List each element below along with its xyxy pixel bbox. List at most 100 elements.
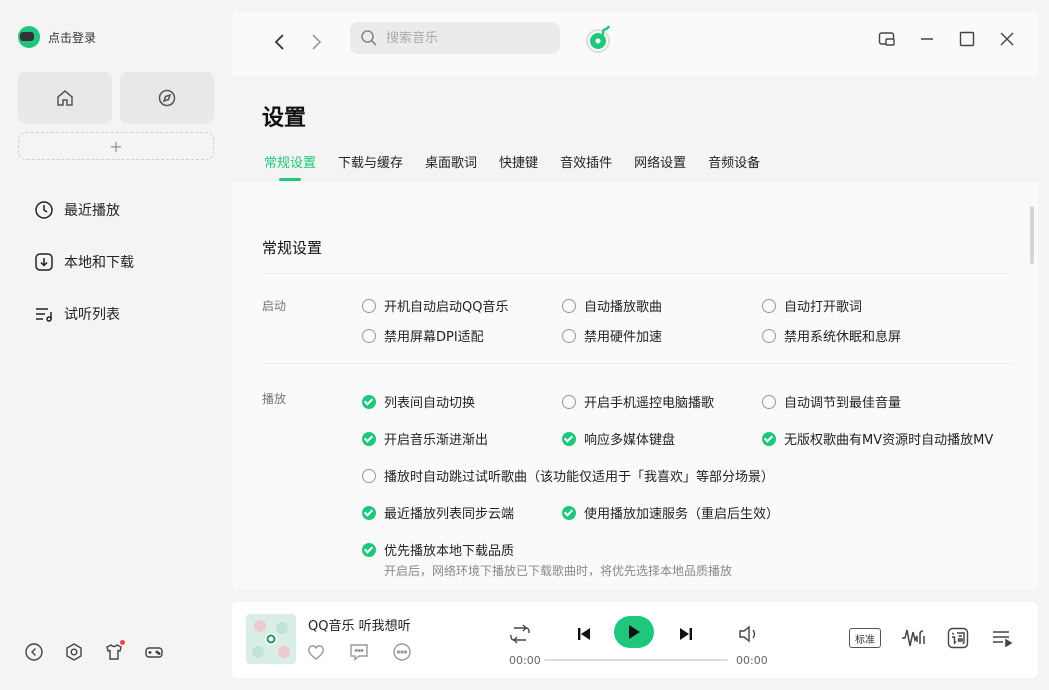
- repeat-mode-button[interactable]: [508, 622, 532, 646]
- option-label: 优先播放本地下载品质: [384, 544, 515, 559]
- option-sync-recent[interactable]: 最近播放列表同步云端: [362, 503, 514, 522]
- checkbox[interactable]: [362, 468, 376, 483]
- sidebar-item-label: 本地和下载: [64, 255, 134, 271]
- play-button[interactable]: [614, 616, 654, 648]
- search-icon: [361, 30, 377, 46]
- checkbox[interactable]: [562, 298, 576, 313]
- skip-next-icon: [680, 628, 692, 640]
- comment-icon[interactable]: [348, 642, 370, 662]
- option-label: 自动打开歌词: [784, 300, 863, 315]
- mini-mode-icon: [878, 32, 895, 46]
- avatar[interactable]: [18, 26, 40, 48]
- tab-general[interactable]: 常规设置: [264, 152, 316, 181]
- option-label: 禁用系统休眠和息屏: [784, 330, 902, 345]
- login-area[interactable]: 点击登录: [18, 26, 96, 48]
- skin-button[interactable]: [104, 640, 125, 662]
- checkbox[interactable]: [362, 328, 376, 343]
- tab-shortcuts[interactable]: 快捷键: [499, 152, 538, 181]
- option-autoplay[interactable]: 自动播放歌曲: [562, 296, 662, 315]
- add-shortcut-button[interactable]: +: [18, 132, 214, 160]
- option-auto-lyrics[interactable]: 自动打开歌词: [762, 296, 862, 315]
- option-accel-service[interactable]: 使用播放加速服务（重启后生效）: [562, 503, 779, 522]
- album-cover[interactable]: [246, 614, 296, 664]
- option-label: 开机自动启动QQ音乐: [384, 300, 509, 315]
- sidebar-item-recent[interactable]: 最近播放: [34, 200, 120, 220]
- checkbox-checked[interactable]: [362, 394, 376, 409]
- tab-download-cache[interactable]: 下载与缓存: [338, 152, 403, 181]
- game-button[interactable]: [144, 642, 164, 662]
- qq-music-logo[interactable]: [584, 24, 614, 54]
- checkbox[interactable]: [562, 394, 576, 409]
- settings-tabs: 常规设置 下载与缓存 桌面歌词 快捷键 音效插件 网络设置 音频设备: [264, 152, 760, 181]
- option-autostart[interactable]: 开机自动启动QQ音乐: [362, 296, 508, 315]
- more-icon[interactable]: [392, 642, 412, 662]
- option-disable-dpi[interactable]: 禁用屏幕DPI适配: [362, 326, 484, 345]
- song-title[interactable]: QQ音乐 听我想听: [308, 615, 411, 634]
- playlist-button[interactable]: [990, 626, 1014, 650]
- option-list-auto-switch[interactable]: 列表间自动切换: [362, 392, 475, 411]
- checkbox-checked[interactable]: [562, 505, 576, 520]
- home-button[interactable]: [18, 72, 112, 124]
- option-disable-sleep[interactable]: 禁用系统休眠和息屏: [762, 326, 901, 345]
- clock-icon: [35, 201, 53, 219]
- option-disable-hw-accel[interactable]: 禁用硬件加速: [562, 326, 662, 345]
- lyrics-button[interactable]: [947, 626, 969, 650]
- option-fade-in-out[interactable]: 开启音乐渐进渐出: [362, 429, 488, 448]
- checkbox[interactable]: [362, 298, 376, 313]
- checkbox[interactable]: [762, 298, 776, 313]
- volume-button[interactable]: [736, 622, 762, 646]
- minimize-button[interactable]: [916, 28, 938, 50]
- sidebar-item-local-download[interactable]: 本地和下载: [34, 252, 134, 272]
- checkbox[interactable]: [762, 394, 776, 409]
- forward-button[interactable]: [304, 30, 328, 54]
- previous-button[interactable]: [572, 622, 596, 646]
- checkbox-checked[interactable]: [762, 431, 776, 446]
- divider: [262, 363, 1012, 364]
- checkbox-checked[interactable]: [362, 505, 376, 520]
- sidebar-bottom-toolbar: [24, 640, 164, 662]
- option-label: 开启手机遥控电脑播歌: [584, 396, 715, 411]
- option-auto-mv[interactable]: 无版权歌曲有MV资源时自动播放MV: [762, 429, 993, 448]
- option-media-keys[interactable]: 响应多媒体键盘: [562, 429, 675, 448]
- page-title: 设置: [262, 106, 307, 131]
- progress-bar[interactable]: [544, 659, 728, 661]
- quality-button[interactable]: 标准: [849, 628, 881, 648]
- tab-desktop-lyrics[interactable]: 桌面歌词: [425, 152, 477, 181]
- collapse-button[interactable]: [24, 642, 44, 662]
- login-text[interactable]: 点击登录: [48, 29, 96, 46]
- tab-network[interactable]: 网络设置: [634, 152, 686, 181]
- option-label: 自动播放歌曲: [584, 300, 663, 315]
- sidebar: 点击登录 + 最近播放 本地和下载 试听列表: [0, 0, 230, 690]
- next-button[interactable]: [674, 622, 698, 646]
- discover-button[interactable]: [120, 72, 214, 124]
- mini-mode-button[interactable]: [876, 28, 898, 50]
- tab-audio-device[interactable]: 音频设备: [708, 152, 760, 181]
- checkbox[interactable]: [562, 328, 576, 343]
- queue-icon: [993, 631, 1013, 648]
- checkbox[interactable]: [762, 328, 776, 343]
- chevron-left-icon: [274, 34, 284, 50]
- plus-icon: +: [109, 136, 123, 156]
- chevron-left-circle-icon: [25, 643, 43, 661]
- checkbox-checked[interactable]: [362, 542, 376, 557]
- option-skip-trial[interactable]: 播放时自动跳过试听歌曲（该功能仅适用于「我喜欢」等部分场景）: [362, 466, 774, 485]
- gamepad-icon: [145, 647, 163, 658]
- checkbox-checked[interactable]: [362, 431, 376, 446]
- maximize-button[interactable]: [956, 28, 978, 50]
- heart-icon[interactable]: [306, 642, 326, 662]
- back-button[interactable]: [268, 30, 292, 54]
- sound-effect-button[interactable]: [900, 626, 928, 650]
- option-hint: 开启后，网络环境下播放已下载歌曲时，将优先选择本地品质播放: [384, 564, 733, 578]
- scrollbar-thumb[interactable]: [1030, 206, 1034, 264]
- option-local-quality[interactable]: 优先播放本地下载品质: [362, 540, 514, 559]
- close-button[interactable]: [996, 28, 1018, 50]
- settings-button[interactable]: [64, 642, 84, 662]
- checkbox-checked[interactable]: [562, 431, 576, 446]
- tshirt-icon: [106, 644, 122, 660]
- sidebar-item-trial-list[interactable]: 试听列表: [34, 304, 120, 324]
- option-auto-volume[interactable]: 自动调节到最佳音量: [762, 392, 901, 411]
- tab-audio-plugins[interactable]: 音效插件: [560, 152, 612, 181]
- option-phone-remote[interactable]: 开启手机遥控电脑播歌: [562, 392, 714, 411]
- search-box[interactable]: [350, 22, 560, 54]
- search-input[interactable]: [386, 30, 546, 46]
